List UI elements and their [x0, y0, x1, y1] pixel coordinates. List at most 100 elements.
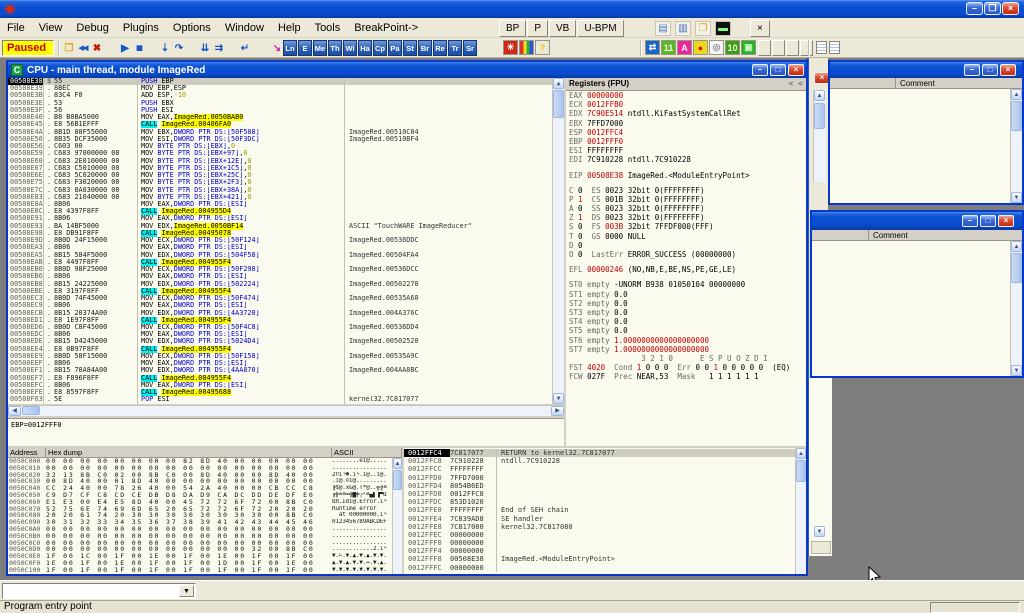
stack-row[interactable]: 0012FFC87C910228ntdll.7C910228 — [404, 457, 795, 465]
minimize-button[interactable]: – — [752, 64, 768, 76]
scroll-down-icon[interactable]: ▼ — [814, 526, 825, 537]
disassembly-scrollbar[interactable]: ▲ ▼ — [552, 78, 564, 404]
register-line[interactable]: ST5 empty 0.0 — [566, 326, 806, 335]
restore-button[interactable]: ❐ — [984, 2, 1001, 15]
appearance-icon[interactable] — [519, 40, 534, 55]
plugin-101-icon[interactable]: 10 — [725, 40, 740, 55]
register-line[interactable]: ECX 0012FFB0 — [566, 100, 806, 109]
menu-item-breakpoint[interactable]: BreakPoint-> — [347, 19, 425, 39]
stack-scrollbar[interactable]: ▲ — [795, 448, 806, 574]
comment-window-b[interactable]: – □ × Comment ▲ ▼ — [810, 210, 1024, 378]
register-line[interactable]: ST7 empty 1.0000000000000000000 — [566, 345, 806, 354]
register-line[interactable]: D 0 — [566, 241, 806, 250]
register-line[interactable]: ESI FFFFFFFF — [566, 146, 806, 155]
register-line[interactable]: ESP 0012FFC4 — [566, 128, 806, 137]
stack-row[interactable]: 0012FFE0FFFFFFFFEnd of SEH chain — [404, 506, 795, 514]
disasm-row[interactable]: 00508EB0.8B0D 98F25000MOV ECX,DWORD PTR … — [8, 266, 552, 273]
cpu-window-titlebar[interactable]: C CPU - main thread, module ImageRed – □… — [8, 62, 806, 78]
register-line[interactable]: FST 4020 Cond 1 0 0 0 Err 0 0 1 0 0 0 0 … — [566, 363, 806, 372]
register-line[interactable]: ST3 empty 0.0 — [566, 308, 806, 317]
dump-row[interactable]: 0050C0D000 00 00 00 00 00 00 00 00 00 00… — [8, 546, 392, 553]
menu-item-help[interactable]: Help — [271, 19, 308, 39]
comment-window-a[interactable]: – □ × Comment ▲ ▼ — [828, 60, 1024, 205]
disasm-row[interactable]: 00508E50.8B35 DCF35000MOV ESI,DWORD PTR … — [8, 136, 552, 143]
pause-icon[interactable]: ▮▮ — [132, 40, 146, 56]
register-line[interactable]: ST0 empty -UNORM B938 01050104 00000000 — [566, 280, 806, 289]
vb-button[interactable]: VB — [549, 20, 576, 37]
maximize-button[interactable]: □ — [982, 64, 998, 76]
disasm-row[interactable]: 00508EF7.E8 F896F8FFCALL ImageRed.004955… — [8, 375, 552, 382]
terminal-icon[interactable]: ▬ — [715, 21, 731, 36]
register-line[interactable]: EDI 7C910228 ntdll.7C910228 — [566, 155, 806, 164]
menu-item-plugins[interactable]: Plugins — [116, 19, 166, 39]
windows-window-button[interactable]: Wi — [343, 40, 357, 56]
command-dropdown-button[interactable]: ▼ — [179, 585, 194, 597]
blank-toolbar-button[interactable] — [772, 40, 785, 56]
folder-icon[interactable]: ❒ — [695, 21, 711, 36]
dump-row[interactable]: 0050C03000 8D 40 00 01 8D 40 00 00 00 00… — [8, 478, 392, 485]
dump-row[interactable]: 0050C0A000 00 00 00 00 00 00 00 00 00 00… — [8, 526, 392, 533]
register-line[interactable]: P 1 CS 001B 32bit 0(FFFFFFFF) — [566, 195, 806, 204]
registers-header-carets[interactable]: < < — [789, 79, 803, 89]
stack-pane[interactable]: 0012FFC47C817077RETURN to kernel32.7C817… — [404, 448, 806, 574]
dump-row[interactable]: 0050C0F01E 00 1F 00 1E 00 1F 00 1F 00 1D… — [8, 560, 392, 567]
disasm-row[interactable]: 00508E38$55PUSH EBP — [8, 78, 552, 85]
minimize-button[interactable]: – — [962, 215, 978, 227]
disasm-row[interactable]: 00508EC3.8B0D 74F45000MOV ECX,DWORD PTR … — [8, 295, 552, 302]
register-line[interactable]: ST6 empty 1.0000000000000000000 — [566, 336, 806, 345]
menu-item-view[interactable]: View — [32, 19, 70, 39]
stack-row[interactable]: 0012FFCCFFFFFFFF — [404, 465, 795, 473]
execute-till-return-icon[interactable]: ↵ — [238, 40, 252, 56]
menu-item-debug[interactable]: Debug — [69, 19, 115, 39]
dump-row[interactable]: 0050C09030 31 32 33 34 35 36 37 38 39 41… — [8, 519, 392, 526]
stack-row[interactable]: 0012FFE47C839AD8SE handler — [404, 515, 795, 523]
references-window-button[interactable]: Re — [433, 40, 447, 56]
source-window-button[interactable]: Sr — [463, 40, 477, 56]
menu-item-tools[interactable]: Tools — [308, 19, 348, 39]
dump-row[interactable]: 0050C040CC 24 40 00 78 26 40 00 54 2A 40… — [8, 485, 392, 492]
restart-icon[interactable]: ◀◀ — [76, 40, 90, 56]
disasm-row[interactable]: 00508E83.C683 21040000 00MOV BYTE PTR DS… — [8, 194, 552, 201]
dump-row[interactable]: 0050C0E01F 00 1C 00 1F 00 1E 00 1F 00 1E… — [8, 553, 392, 560]
disasm-row[interactable]: 00508E9D.8B0D 24F15000MOV ECX,DWORD PTR … — [8, 237, 552, 244]
stack-row[interactable]: 0012FFC47C817077RETURN to kernel32.7C817… — [404, 449, 795, 457]
register-line[interactable]: EBX 7FFD7000 — [566, 119, 806, 128]
spiral-icon[interactable]: ◎ — [709, 40, 724, 55]
register-line[interactable]: FCW 027F Prec NEAR,53 Mask 1 1 1 1 1 1 — [566, 372, 806, 381]
window-titlebar[interactable]: – □ × — [830, 62, 1022, 78]
dump-row[interactable]: 0050C050C9 D7 CF C8 CD CE DB D8 DA D9 CA… — [8, 492, 392, 499]
cpu-window-button[interactable]: Cp — [373, 40, 387, 56]
register-line[interactable]: ST2 empty 0.0 — [566, 299, 806, 308]
executables-window-button[interactable]: E — [298, 40, 312, 56]
blank-toolbar-button[interactable] — [800, 40, 813, 56]
u-bpm-button[interactable]: U-BPM — [577, 20, 623, 37]
stack-row[interactable]: 0012FFD07FFD7000 — [404, 474, 795, 482]
stack-window-button[interactable]: St — [403, 40, 417, 56]
close-button[interactable]: × — [788, 64, 804, 76]
p-button[interactable]: P — [527, 20, 548, 37]
memory-window-button[interactable]: Me — [313, 40, 327, 56]
disasm-row[interactable]: 00508E3B.83C4 F0ADD ESP,-10 — [8, 92, 552, 99]
stack-row[interactable]: 0012FFF400000000 — [404, 547, 795, 555]
dump-row[interactable]: 0050C060E1 E3 00 E4 E5 8D 40 00 45 72 72… — [8, 499, 392, 506]
step-into-icon[interactable]: ⇣ — [158, 40, 172, 56]
stack-row[interactable]: 0012FFF000000000 — [404, 539, 795, 547]
register-line[interactable]: A 0 SS 0023 32bit 0(FFFFFFFF) — [566, 204, 806, 213]
go-to-icon[interactable]: ↘ — [270, 40, 284, 56]
plugin-a-icon[interactable]: A — [677, 40, 692, 55]
register-line[interactable]: Z 1 DS 0023 32bit 0(FFFFFFFF) — [566, 213, 806, 222]
disassembly-hscrollbar[interactable]: ◀ ▶ — [8, 405, 564, 416]
dump-row[interactable]: 0050C08020 20 61 74 20 30 30 30 30 30 30… — [8, 512, 392, 519]
toolbar-close-button[interactable]: × — [750, 20, 770, 37]
stack-row[interactable]: 0012FFDC853D1020 — [404, 498, 795, 506]
register-line[interactable]: O 0 LastErr ERROR_SUCCESS (00000000) — [566, 250, 806, 259]
disasm-row[interactable]: 00508E3E.53PUSH EBX — [8, 100, 552, 107]
dump-row[interactable]: 0050C0B000 00 00 00 00 00 00 00 00 00 00… — [8, 533, 392, 540]
comment-list[interactable] — [812, 241, 1010, 376]
book-icon[interactable]: ▥ — [675, 21, 691, 36]
stack-row[interactable]: 0012FFF800508E38ImageRed.<ModuleEntryPoi… — [404, 555, 795, 563]
disasm-row[interactable]: 00508E39.8BECMOV EBP,ESP — [8, 85, 552, 92]
dump-pane[interactable]: AddressHex dumpASCII 0050C00000 00 00 00… — [8, 448, 402, 574]
disasm-row[interactable]: 00508E8C.E8 4397F8FFCALL ImageRed.004955… — [8, 208, 552, 215]
register-line[interactable]: ST1 empty 0.0 — [566, 290, 806, 299]
